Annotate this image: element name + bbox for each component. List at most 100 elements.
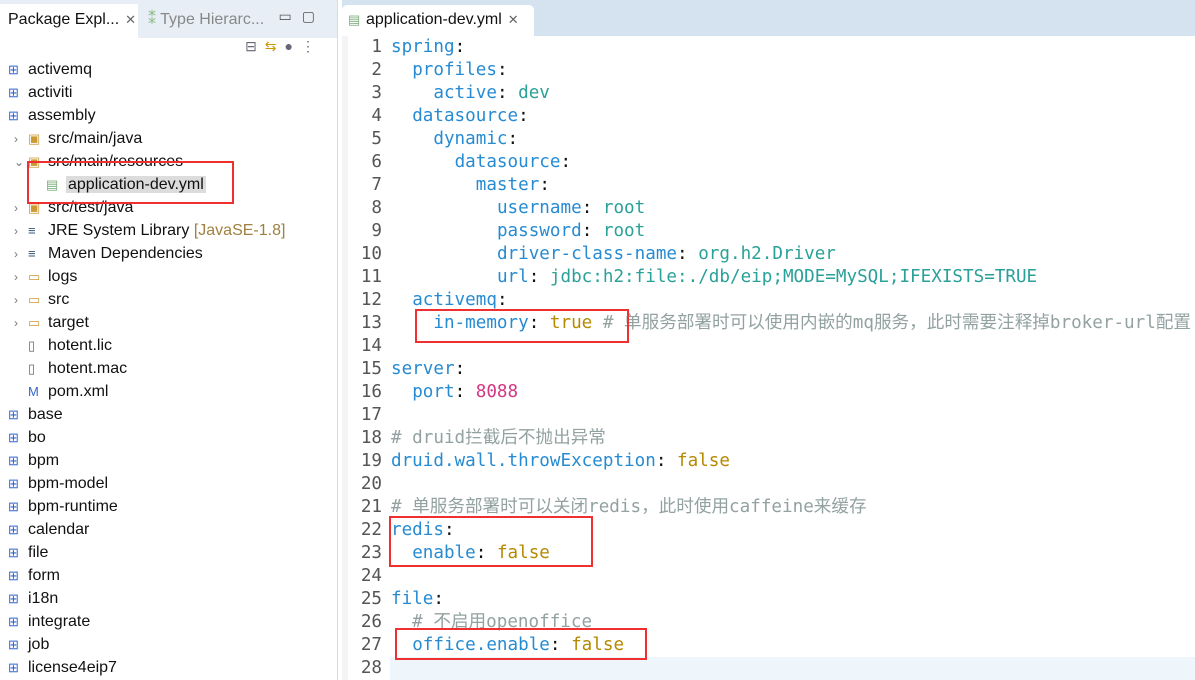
collapse-all-icon[interactable]: ⊟ <box>245 38 265 54</box>
code-line: spring: <box>391 36 465 59</box>
code-token: active <box>433 83 497 103</box>
tree-item[interactable]: ⊞ activemq <box>8 58 92 81</box>
tree-item[interactable]: › ▭ target <box>14 311 89 334</box>
tree-item[interactable]: ⊞ bpm-runtime <box>8 495 118 518</box>
maven-project-icon: ⊞ <box>8 499 19 514</box>
tab-package-explorer[interactable]: Package Expl... ✕ <box>0 4 138 38</box>
maximize-icon[interactable]: ▢ <box>302 8 325 24</box>
expand-arrow-icon[interactable]: › <box>14 266 28 289</box>
tree-item[interactable]: ⊞ file <box>8 541 48 564</box>
tree-item[interactable]: ⊞ activiti <box>8 81 72 104</box>
line-number: 14 <box>360 336 382 356</box>
code-token: : <box>581 198 603 218</box>
tree-item[interactable]: ▯ hotent.mac <box>14 357 127 380</box>
tree-item[interactable]: ⊞ bo <box>8 426 46 449</box>
tree-item-label: base <box>28 406 63 423</box>
minimize-icon[interactable]: ▭ <box>279 8 302 24</box>
code-line: file: <box>391 588 444 611</box>
tree-item-label: logs <box>48 268 78 285</box>
line-number: 17 <box>360 405 382 425</box>
code-line: username: root <box>391 197 645 220</box>
tree-item-label: assembly <box>28 107 96 124</box>
expand-arrow-icon[interactable]: › <box>14 289 28 312</box>
code-token: : <box>454 382 476 402</box>
code-token: false <box>677 451 730 471</box>
tree-item-label: hotent.lic <box>48 337 113 354</box>
tree-item[interactable]: › ▭ src <box>14 288 69 311</box>
current-line-highlight <box>390 657 1195 680</box>
tree-item[interactable]: ⊞ bpm-model <box>8 472 108 495</box>
tree-item-label: i18n <box>28 590 59 607</box>
code-token: root <box>602 221 646 241</box>
editor-tab[interactable]: ▤ application-dev.yml ✕ <box>342 5 534 36</box>
close-icon[interactable]: ✕ <box>508 12 519 27</box>
code-line: url: jdbc:h2:file:./db/eip;MODE=MySQL;IF… <box>391 266 1037 289</box>
line-number: 5 <box>371 129 382 149</box>
line-number: 3 <box>371 83 382 103</box>
tree-item-decoration: [JavaSE-1.8] <box>193 222 286 239</box>
expand-arrow-icon[interactable]: › <box>14 197 28 220</box>
library-icon: ≡ <box>28 246 36 261</box>
maven-project-icon: ⊞ <box>8 545 19 560</box>
code-token: url <box>496 267 529 287</box>
filter-icon[interactable]: ● <box>285 38 301 54</box>
code-token: password <box>496 221 582 241</box>
tree-item[interactable]: › ▣ src/main/java <box>14 127 142 150</box>
tree-item[interactable]: ⊞ base <box>8 403 63 426</box>
code-token: file <box>391 589 434 609</box>
expand-arrow-icon[interactable]: ⌄ <box>14 151 28 174</box>
tree-item[interactable]: ⊞ job <box>8 633 49 656</box>
code-token: druid.wall.throwException <box>391 451 656 471</box>
tree-item[interactable]: › ≡ JRE System Library [JavaSE-1.8] <box>14 219 285 242</box>
code-line: master: <box>391 174 550 197</box>
line-number: 22 <box>360 520 382 540</box>
maven-project-icon: ⊞ <box>8 476 19 491</box>
expand-arrow-icon[interactable]: › <box>14 220 28 243</box>
expand-arrow-icon[interactable]: › <box>14 243 28 266</box>
tree-item[interactable]: ⊞ assembly <box>8 104 96 127</box>
maven-project-icon: ⊞ <box>8 591 19 606</box>
code-token: spring <box>391 37 455 57</box>
tree-item[interactable]: ⊞ integrate <box>8 610 90 633</box>
code-token: port <box>412 382 455 402</box>
maven-project-icon: ⊞ <box>8 62 19 77</box>
code-line: # druid拦截后不抛出异常 <box>391 427 606 450</box>
line-number: 21 <box>360 497 382 517</box>
code-token: : <box>496 83 519 103</box>
tree-item[interactable]: ⊞ license4eip7 <box>8 656 117 679</box>
folder-icon: ▭ <box>28 315 41 330</box>
maven-project-icon: ⊞ <box>8 568 19 583</box>
line-number: 23 <box>360 543 382 563</box>
expand-arrow-icon[interactable]: › <box>14 312 28 335</box>
tree-item[interactable]: Mpom.xml <box>14 380 108 403</box>
code-token: activemq <box>412 290 497 310</box>
tab-type-hierarchy[interactable]: ⁑ Type Hierarc... <box>140 4 280 38</box>
maven-project-icon: ⊞ <box>8 522 19 537</box>
line-number: 4 <box>371 106 382 126</box>
tree-item[interactable]: › ≡ Maven Dependencies <box>14 242 203 265</box>
code-line: profiles: <box>391 59 507 82</box>
code-token: datasource <box>412 106 519 126</box>
tree-item[interactable]: ⊞ i18n <box>8 587 58 610</box>
code-line: active: dev <box>391 82 550 105</box>
tree-item[interactable]: ⊞ calendar <box>8 518 89 541</box>
tree-item[interactable]: › ▭ logs <box>14 265 77 288</box>
expand-arrow-icon[interactable]: › <box>14 128 28 151</box>
close-icon[interactable]: ✕ <box>125 12 136 27</box>
link-editor-icon[interactable]: ⇆ <box>265 38 285 54</box>
tree-item[interactable]: ⊞ bpm <box>8 449 59 472</box>
tree-item-label: JRE System Library <box>48 222 190 239</box>
maven-project-icon: ⊞ <box>8 108 19 123</box>
line-number: 16 <box>360 382 382 402</box>
code-token: 8088 <box>475 382 519 402</box>
view-menu-icon[interactable]: ⋮ <box>301 38 323 54</box>
code-token: : <box>581 221 603 241</box>
folder-icon: ▭ <box>28 269 41 284</box>
tree-item[interactable]: ▯ hotent.lic <box>14 334 112 357</box>
code-line: port: 8088 <box>391 381 518 404</box>
tree-item[interactable]: ⊞ form <box>8 564 60 587</box>
